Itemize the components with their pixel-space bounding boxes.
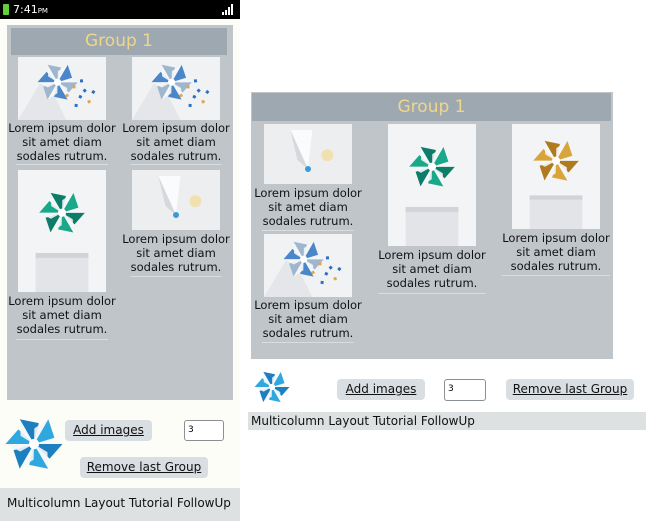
divider: [262, 230, 354, 231]
battery-icon: [3, 4, 9, 15]
image-thumbnail: [18, 57, 106, 120]
group-title: Group 1: [11, 28, 227, 55]
image-thumbnail: [18, 170, 106, 292]
image-caption: Lorem ipsum dolor sit amet diam sodales ru…: [254, 298, 362, 340]
image-caption: Lorem ipsum dolor sit amet diam sodales ru…: [254, 186, 362, 228]
image-thumbnail: [512, 124, 600, 229]
footer-bar: Multicolumn Layout Tutorial FollowUp: [0, 488, 240, 521]
image-caption: Lorem ipsum dolor sit amet diam sodales ru…: [8, 121, 116, 163]
image-thumbnail: [132, 170, 220, 230]
image-caption: Lorem ipsum dolor sit amet diam sodales ru…: [378, 248, 486, 290]
footer-bar: Multicolumn Layout Tutorial FollowUp: [248, 412, 646, 430]
gallery-item[interactable]: Lorem ipsum dolor sit amet diam sodales ru…: [502, 124, 610, 278]
gallery-item[interactable]: Lorem ipsum dolor sit amet diam sodales ru…: [8, 57, 116, 167]
image-thumbnail: [264, 124, 352, 184]
add-images-button[interactable]: Add images: [65, 420, 152, 441]
gallery-item[interactable]: Lorem ipsum dolor sit amet diam sodales ru…: [378, 124, 486, 296]
image-thumbnail: [132, 57, 220, 120]
group-title: Group 1: [252, 93, 611, 121]
divider: [378, 293, 486, 294]
divider: [130, 276, 222, 277]
image-thumbnail: [388, 124, 476, 246]
footer-text: Multicolumn Layout Tutorial FollowUp: [7, 496, 231, 510]
divider: [262, 342, 354, 343]
gallery-item[interactable]: Lorem ipsum dolor sit amet diam sodales ru…: [122, 57, 230, 167]
status-bar: 7:41PM: [0, 0, 240, 19]
gallery-item[interactable]: Lorem ipsum dolor sit amet diam sodales ru…: [254, 124, 362, 232]
divider: [502, 275, 610, 276]
app-logo-icon: [3, 413, 65, 475]
image-caption: Lorem ipsum dolor sit amet diam sodales ru…: [122, 121, 230, 163]
image-caption: Lorem ipsum dolor sit amet diam sodales ru…: [122, 232, 230, 274]
gallery-item[interactable]: Lorem ipsum dolor sit amet diam sodales ru…: [8, 170, 116, 342]
image-caption: Lorem ipsum dolor sit amet diam sodales ru…: [8, 294, 116, 336]
remove-last-group-button[interactable]: Remove last Group: [506, 379, 634, 400]
image-thumbnail: [264, 234, 352, 297]
group-count-input[interactable]: 3: [444, 379, 486, 401]
divider: [16, 339, 108, 340]
signal-icon: [222, 4, 234, 15]
divider: [16, 164, 108, 165]
status-time: 7:41PM: [13, 3, 48, 16]
remove-last-group-button[interactable]: Remove last Group: [80, 457, 208, 478]
footer-text: Multicolumn Layout Tutorial FollowUp: [251, 414, 475, 428]
image-caption: Lorem ipsum dolor sit amet diam sodales ru…: [502, 231, 610, 273]
add-images-button[interactable]: Add images: [337, 379, 425, 400]
gallery-item[interactable]: Lorem ipsum dolor sit amet diam sodales ru…: [122, 170, 230, 280]
divider: [130, 164, 222, 165]
app-logo-icon: [252, 368, 292, 406]
group-count-input[interactable]: 3: [184, 420, 224, 441]
gallery-item[interactable]: Lorem ipsum dolor sit amet diam sodales ru…: [254, 234, 362, 346]
